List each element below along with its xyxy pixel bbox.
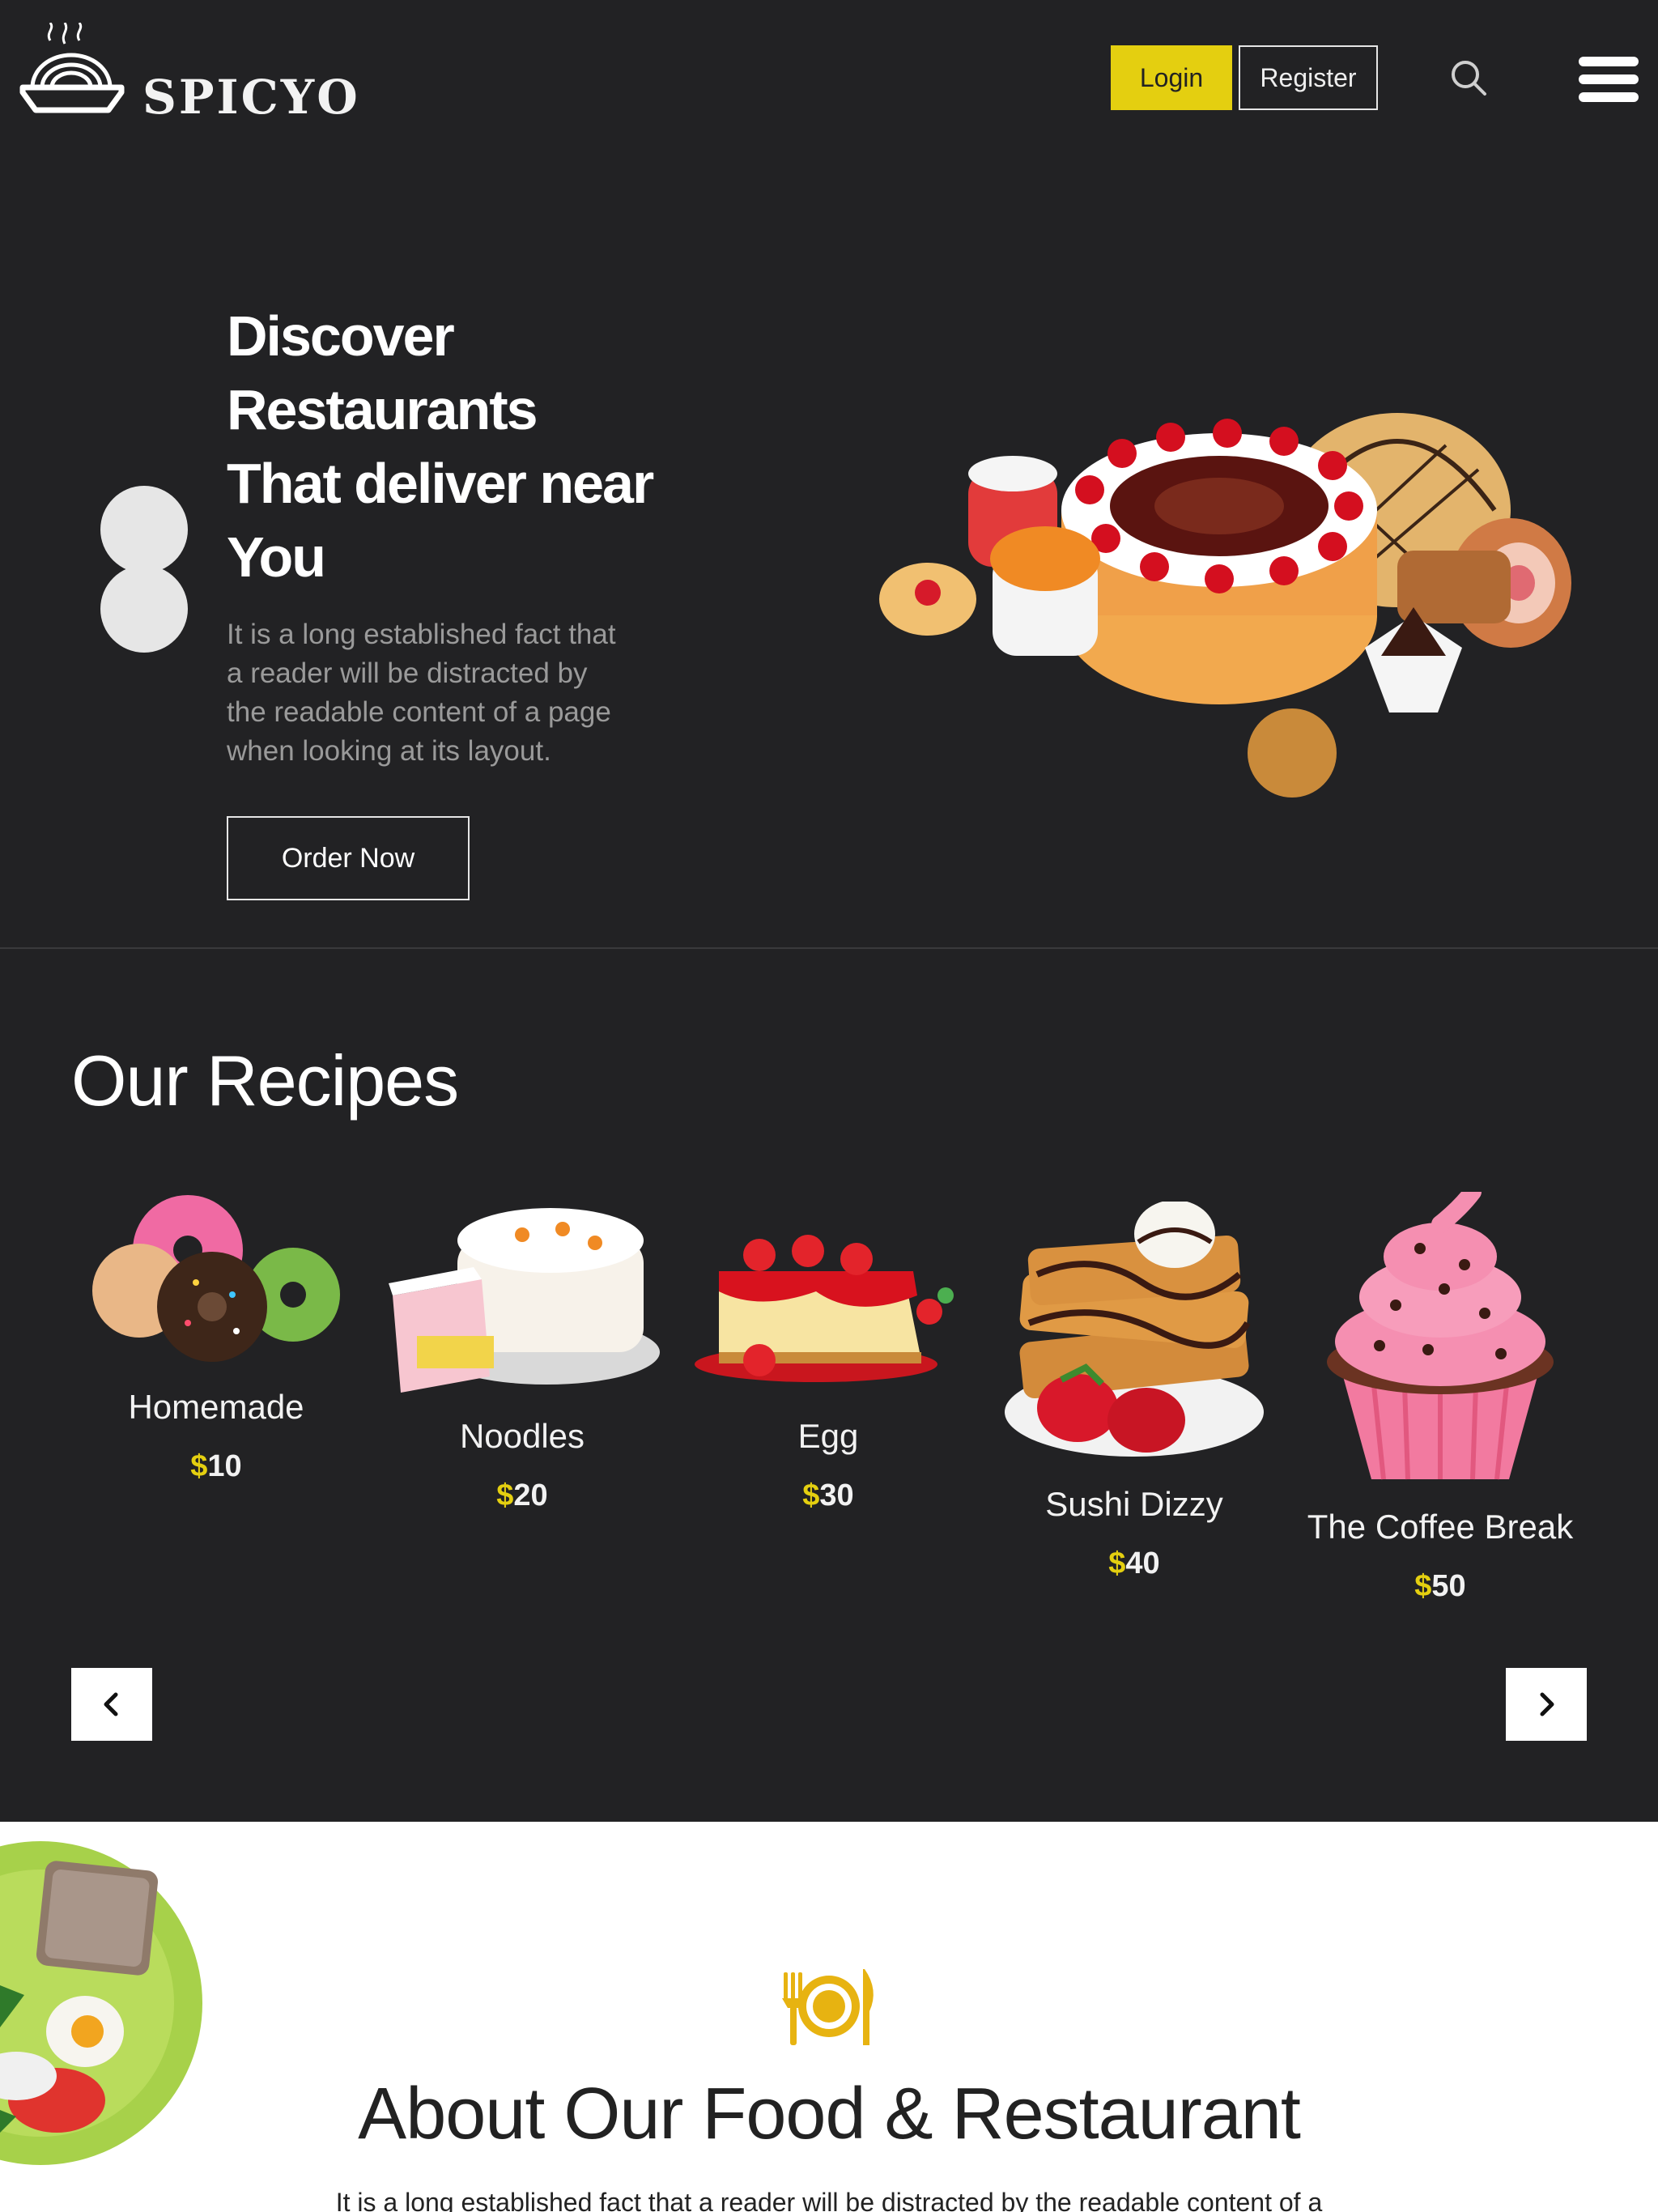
recipe-price: $20 (496, 1478, 548, 1512)
donuts-image (92, 1195, 340, 1362)
chevron-left-icon (104, 1692, 118, 1716)
slider-dots (100, 486, 188, 653)
recipe-card-egg[interactable]: Egg $30 (675, 1214, 981, 1513)
desserts-hero-image (879, 413, 1571, 798)
recipe-price: $30 (802, 1478, 854, 1512)
about-title: About Our Food & Restaurant (358, 2074, 1301, 2155)
plate-cutlery-icon (782, 1969, 874, 2045)
recipe-card-the-coffee-break[interactable]: The Coffee Break $50 (1287, 1192, 1593, 1604)
order-now-button[interactable]: Order Now (227, 816, 470, 900)
recipes-next-button[interactable] (1506, 1668, 1587, 1741)
waffles-image (1005, 1202, 1264, 1457)
hamburger-menu-button[interactable] (1579, 57, 1639, 102)
bowl-logo-icon (19, 23, 125, 113)
recipe-name: Noodles (459, 1417, 585, 1455)
recipe-name: Homemade (128, 1388, 304, 1426)
recipes-prev-button[interactable] (71, 1668, 152, 1741)
cheesecake-image (695, 1235, 954, 1382)
recipe-name: The Coffee Break (1307, 1508, 1574, 1546)
about-section: About Our Food & Restaurant It is a long… (0, 1822, 1658, 2212)
recipe-card-noodles[interactable]: Noodles $20 (369, 1190, 675, 1513)
chevron-right-icon (1540, 1692, 1554, 1716)
brand-name: SPICYO (142, 70, 360, 125)
hero-section: Discover Restaurants That deliver near Y… (0, 162, 1658, 949)
slider-dot-1[interactable] (100, 486, 188, 573)
recipe-card-sushi-dizzy[interactable]: Sushi Dizzy $40 (981, 1202, 1287, 1581)
recipes-section: Our Recipes Homemade $10 Noodles $20 Egg… (0, 951, 1658, 1822)
hero-title: Discover Restaurants That deliver near Y… (227, 304, 654, 589)
register-button[interactable]: Register (1239, 45, 1378, 110)
site-header: SPICYO Login Register (0, 0, 1658, 162)
recipe-price: $10 (190, 1449, 242, 1483)
recipes-title: Our Recipes (71, 1040, 459, 1121)
recipe-price: $40 (1108, 1546, 1160, 1580)
login-button[interactable]: Login (1111, 45, 1232, 110)
slider-dot-2[interactable] (100, 565, 188, 653)
search-icon (1452, 61, 1486, 96)
recipe-price: $50 (1414, 1569, 1466, 1603)
about-text: It is a long established fact that a rea… (335, 2188, 1323, 2212)
brand-logo[interactable]: SPICYO (18, 23, 360, 130)
cupcake-image (1327, 1192, 1554, 1480)
recipe-card-homemade[interactable]: Homemade $10 (63, 1193, 369, 1484)
search-button[interactable] (1448, 57, 1490, 99)
cake-image (389, 1208, 660, 1393)
recipe-name: Egg (797, 1417, 859, 1455)
recipe-name: Sushi Dizzy (1045, 1485, 1223, 1523)
hero-description: It is a long established fact that a rea… (227, 619, 616, 767)
hamburger-menu-icon (1579, 57, 1639, 66)
